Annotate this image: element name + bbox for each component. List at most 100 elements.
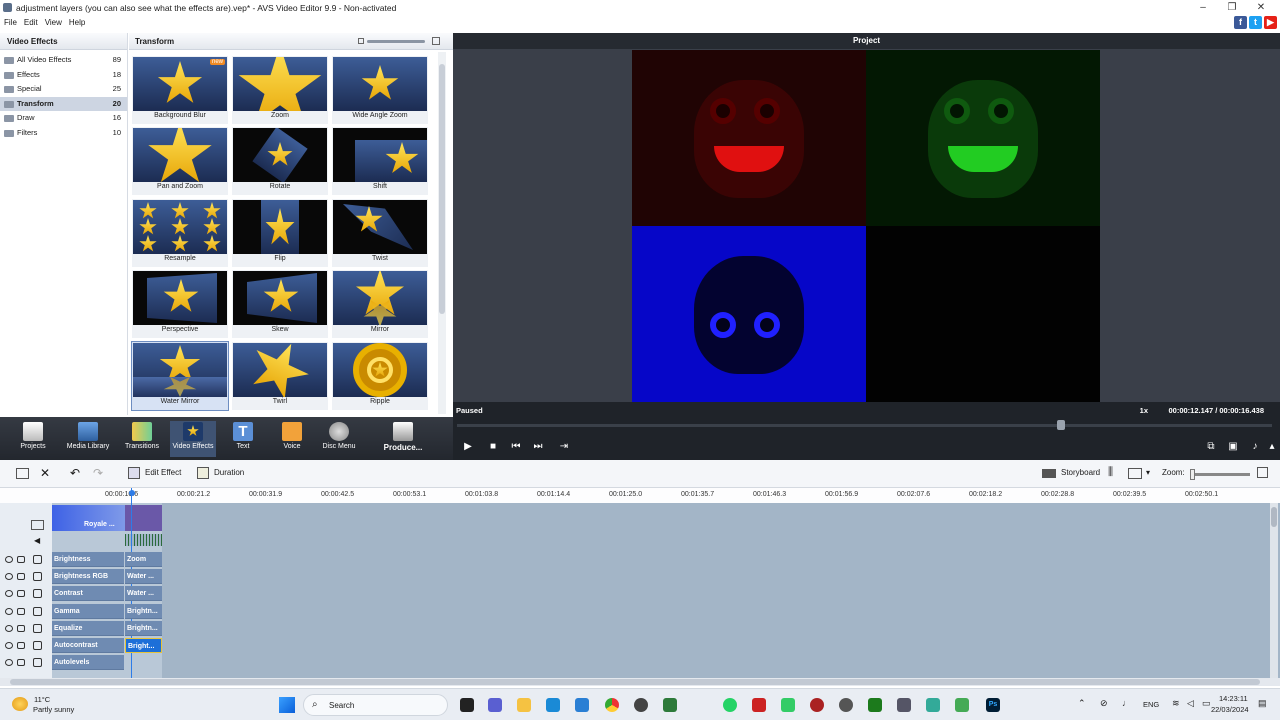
effect-track-clip[interactable]: Contrast xyxy=(52,586,124,601)
timeline-ruler[interactable]: 00:00:10.6 00:00:21.2 00:00:31.9 00:00:4… xyxy=(0,488,1280,503)
effect-flip[interactable]: Flip xyxy=(232,199,328,267)
chevron-down-icon[interactable]: ▾ xyxy=(1146,468,1150,477)
microphone-icon[interactable]: ♩ xyxy=(1122,698,1131,708)
eye-icon[interactable] xyxy=(5,659,13,666)
volume-icon[interactable]: ♪ xyxy=(1248,440,1262,454)
lock-icon[interactable] xyxy=(17,608,25,615)
effect-wide-angle-zoom[interactable]: Wide Angle Zoom xyxy=(332,56,428,124)
video-preview[interactable] xyxy=(632,50,1100,402)
lock-icon[interactable] xyxy=(17,573,25,580)
fit-window-icon[interactable]: ▣ xyxy=(1226,440,1240,454)
toolbar-voice[interactable]: Voice xyxy=(269,421,315,457)
photos-icon[interactable] xyxy=(781,698,795,712)
clock-date[interactable]: 22/03/2024 xyxy=(1211,705,1249,714)
clock-icon[interactable] xyxy=(839,698,853,712)
redo-icon[interactable]: ↷ xyxy=(93,466,103,480)
explorer-icon[interactable] xyxy=(517,698,531,712)
lock-icon[interactable] xyxy=(17,642,25,649)
eye-icon[interactable] xyxy=(5,642,13,649)
effect-skew[interactable]: Skew xyxy=(232,270,328,338)
menu-edit[interactable]: Edit xyxy=(24,16,38,30)
toolbar-text[interactable]: T Text xyxy=(220,421,266,457)
network-off-icon[interactable]: ⊘ xyxy=(1100,698,1108,709)
effect-track-clip[interactable]: Brightness xyxy=(52,552,124,567)
scrollbar-thumb[interactable] xyxy=(10,679,1260,685)
wifi-icon[interactable]: ≋ xyxy=(1172,698,1180,709)
toolbar-transitions[interactable]: Transitions xyxy=(119,421,165,457)
effect-track-clip[interactable]: Gamma xyxy=(52,604,124,619)
menu-view[interactable]: View xyxy=(45,16,62,30)
toolbar-media-library[interactable]: Media Library xyxy=(65,421,111,457)
eye-icon[interactable] xyxy=(5,625,13,632)
zoom-slider-handle[interactable] xyxy=(1190,469,1195,480)
effect-perspective[interactable]: Perspective xyxy=(132,270,228,338)
taskview-icon[interactable] xyxy=(460,698,474,712)
edit-effect-button[interactable]: Edit Effect xyxy=(145,468,181,477)
effect-twirl[interactable]: Twirl xyxy=(232,342,328,410)
menu-file[interactable]: File xyxy=(4,16,17,30)
effect-track-clip[interactable]: Equalize xyxy=(52,621,124,636)
minimize-button[interactable]: – xyxy=(1190,1,1216,14)
play-icon[interactable]: ▶ xyxy=(461,440,475,454)
calculator-icon[interactable] xyxy=(663,698,677,712)
battery-icon[interactable]: ▭ xyxy=(1202,698,1211,709)
effect-ripple[interactable]: Ripple xyxy=(332,342,428,410)
youtube-icon[interactable]: ▶ xyxy=(1264,16,1277,29)
effect-track-clip[interactable]: Brightn... xyxy=(125,604,162,619)
delete-icon[interactable]: ✕ xyxy=(40,466,50,480)
effect-background-blur[interactable]: new Background Blur xyxy=(132,56,228,124)
large-thumbs-icon[interactable] xyxy=(432,37,440,45)
chevron-up-icon[interactable]: ⌃ xyxy=(1078,698,1086,709)
small-thumbs-icon[interactable] xyxy=(358,38,364,44)
fit-timeline-icon[interactable] xyxy=(1257,467,1268,478)
avs-editor-icon[interactable] xyxy=(897,698,911,712)
effect-zoom[interactable]: Zoom xyxy=(232,56,328,124)
effect-track-clip[interactable]: Zoom xyxy=(125,552,162,567)
effect-shift[interactable]: Shift xyxy=(332,127,428,195)
effect-track-clip[interactable]: Water ... xyxy=(125,569,162,584)
photoshop-icon[interactable]: Ps xyxy=(986,698,1000,712)
eye-icon[interactable] xyxy=(5,573,13,580)
toolbar-produce[interactable]: Produce... xyxy=(378,421,428,457)
effect-track-clip[interactable]: Autocontrast xyxy=(52,638,124,653)
effect-twist[interactable]: Twist xyxy=(332,199,428,267)
clock-app-icon[interactable] xyxy=(634,698,648,712)
effect-pan-and-zoom[interactable]: Pan and Zoom xyxy=(132,127,228,195)
close-button[interactable]: ✕ xyxy=(1248,1,1274,14)
taskbar-search[interactable]: ⌕ Search xyxy=(303,694,448,716)
facebook-icon[interactable]: f xyxy=(1234,16,1247,29)
category-effects[interactable]: Effects 18 xyxy=(0,68,127,83)
speaker-icon[interactable]: ◁ xyxy=(1187,698,1194,709)
lock-icon[interactable] xyxy=(17,556,25,563)
playhead-handle[interactable] xyxy=(129,490,135,496)
screen-icon[interactable] xyxy=(1128,468,1142,479)
twitter-icon[interactable]: t xyxy=(1249,16,1262,29)
lock-icon[interactable] xyxy=(17,659,25,666)
effect-resample[interactable]: Resample xyxy=(132,199,228,267)
prev-frame-icon[interactable]: ⏮ xyxy=(509,440,523,454)
terminal-icon[interactable] xyxy=(868,698,882,712)
eye-icon[interactable] xyxy=(5,590,13,597)
effect-mirror[interactable]: Mirror xyxy=(332,270,428,338)
toolbar-video-effects[interactable]: Video Effects xyxy=(170,421,216,457)
storyboard-button[interactable]: Storyboard xyxy=(1061,468,1100,477)
sheets-icon[interactable] xyxy=(955,698,969,712)
scrollbar-thumb[interactable] xyxy=(439,64,445,314)
category-special[interactable]: Special 25 xyxy=(0,82,127,97)
edge-icon[interactable] xyxy=(546,698,560,712)
scrollbar-thumb[interactable] xyxy=(1271,507,1277,527)
effect-track-clip[interactable]: Brightn... xyxy=(125,621,162,636)
eye-icon[interactable] xyxy=(5,556,13,563)
category-filters[interactable]: Filters 10 xyxy=(0,126,127,141)
timeline-area[interactable] xyxy=(0,503,1280,678)
timeline-hscroll[interactable] xyxy=(0,678,1280,686)
duration-button[interactable]: Duration xyxy=(214,468,244,477)
teams-icon[interactable] xyxy=(488,698,502,712)
category-draw[interactable]: Draw 16 xyxy=(0,111,127,126)
lock-icon[interactable] xyxy=(17,590,25,597)
effect-water-mirror[interactable]: Water Mirror xyxy=(131,341,229,411)
seek-bar[interactable] xyxy=(457,420,1272,430)
menu-help[interactable]: Help xyxy=(69,16,85,30)
undo-icon[interactable]: ↶ xyxy=(70,466,80,480)
app-icon-red[interactable] xyxy=(752,698,766,712)
